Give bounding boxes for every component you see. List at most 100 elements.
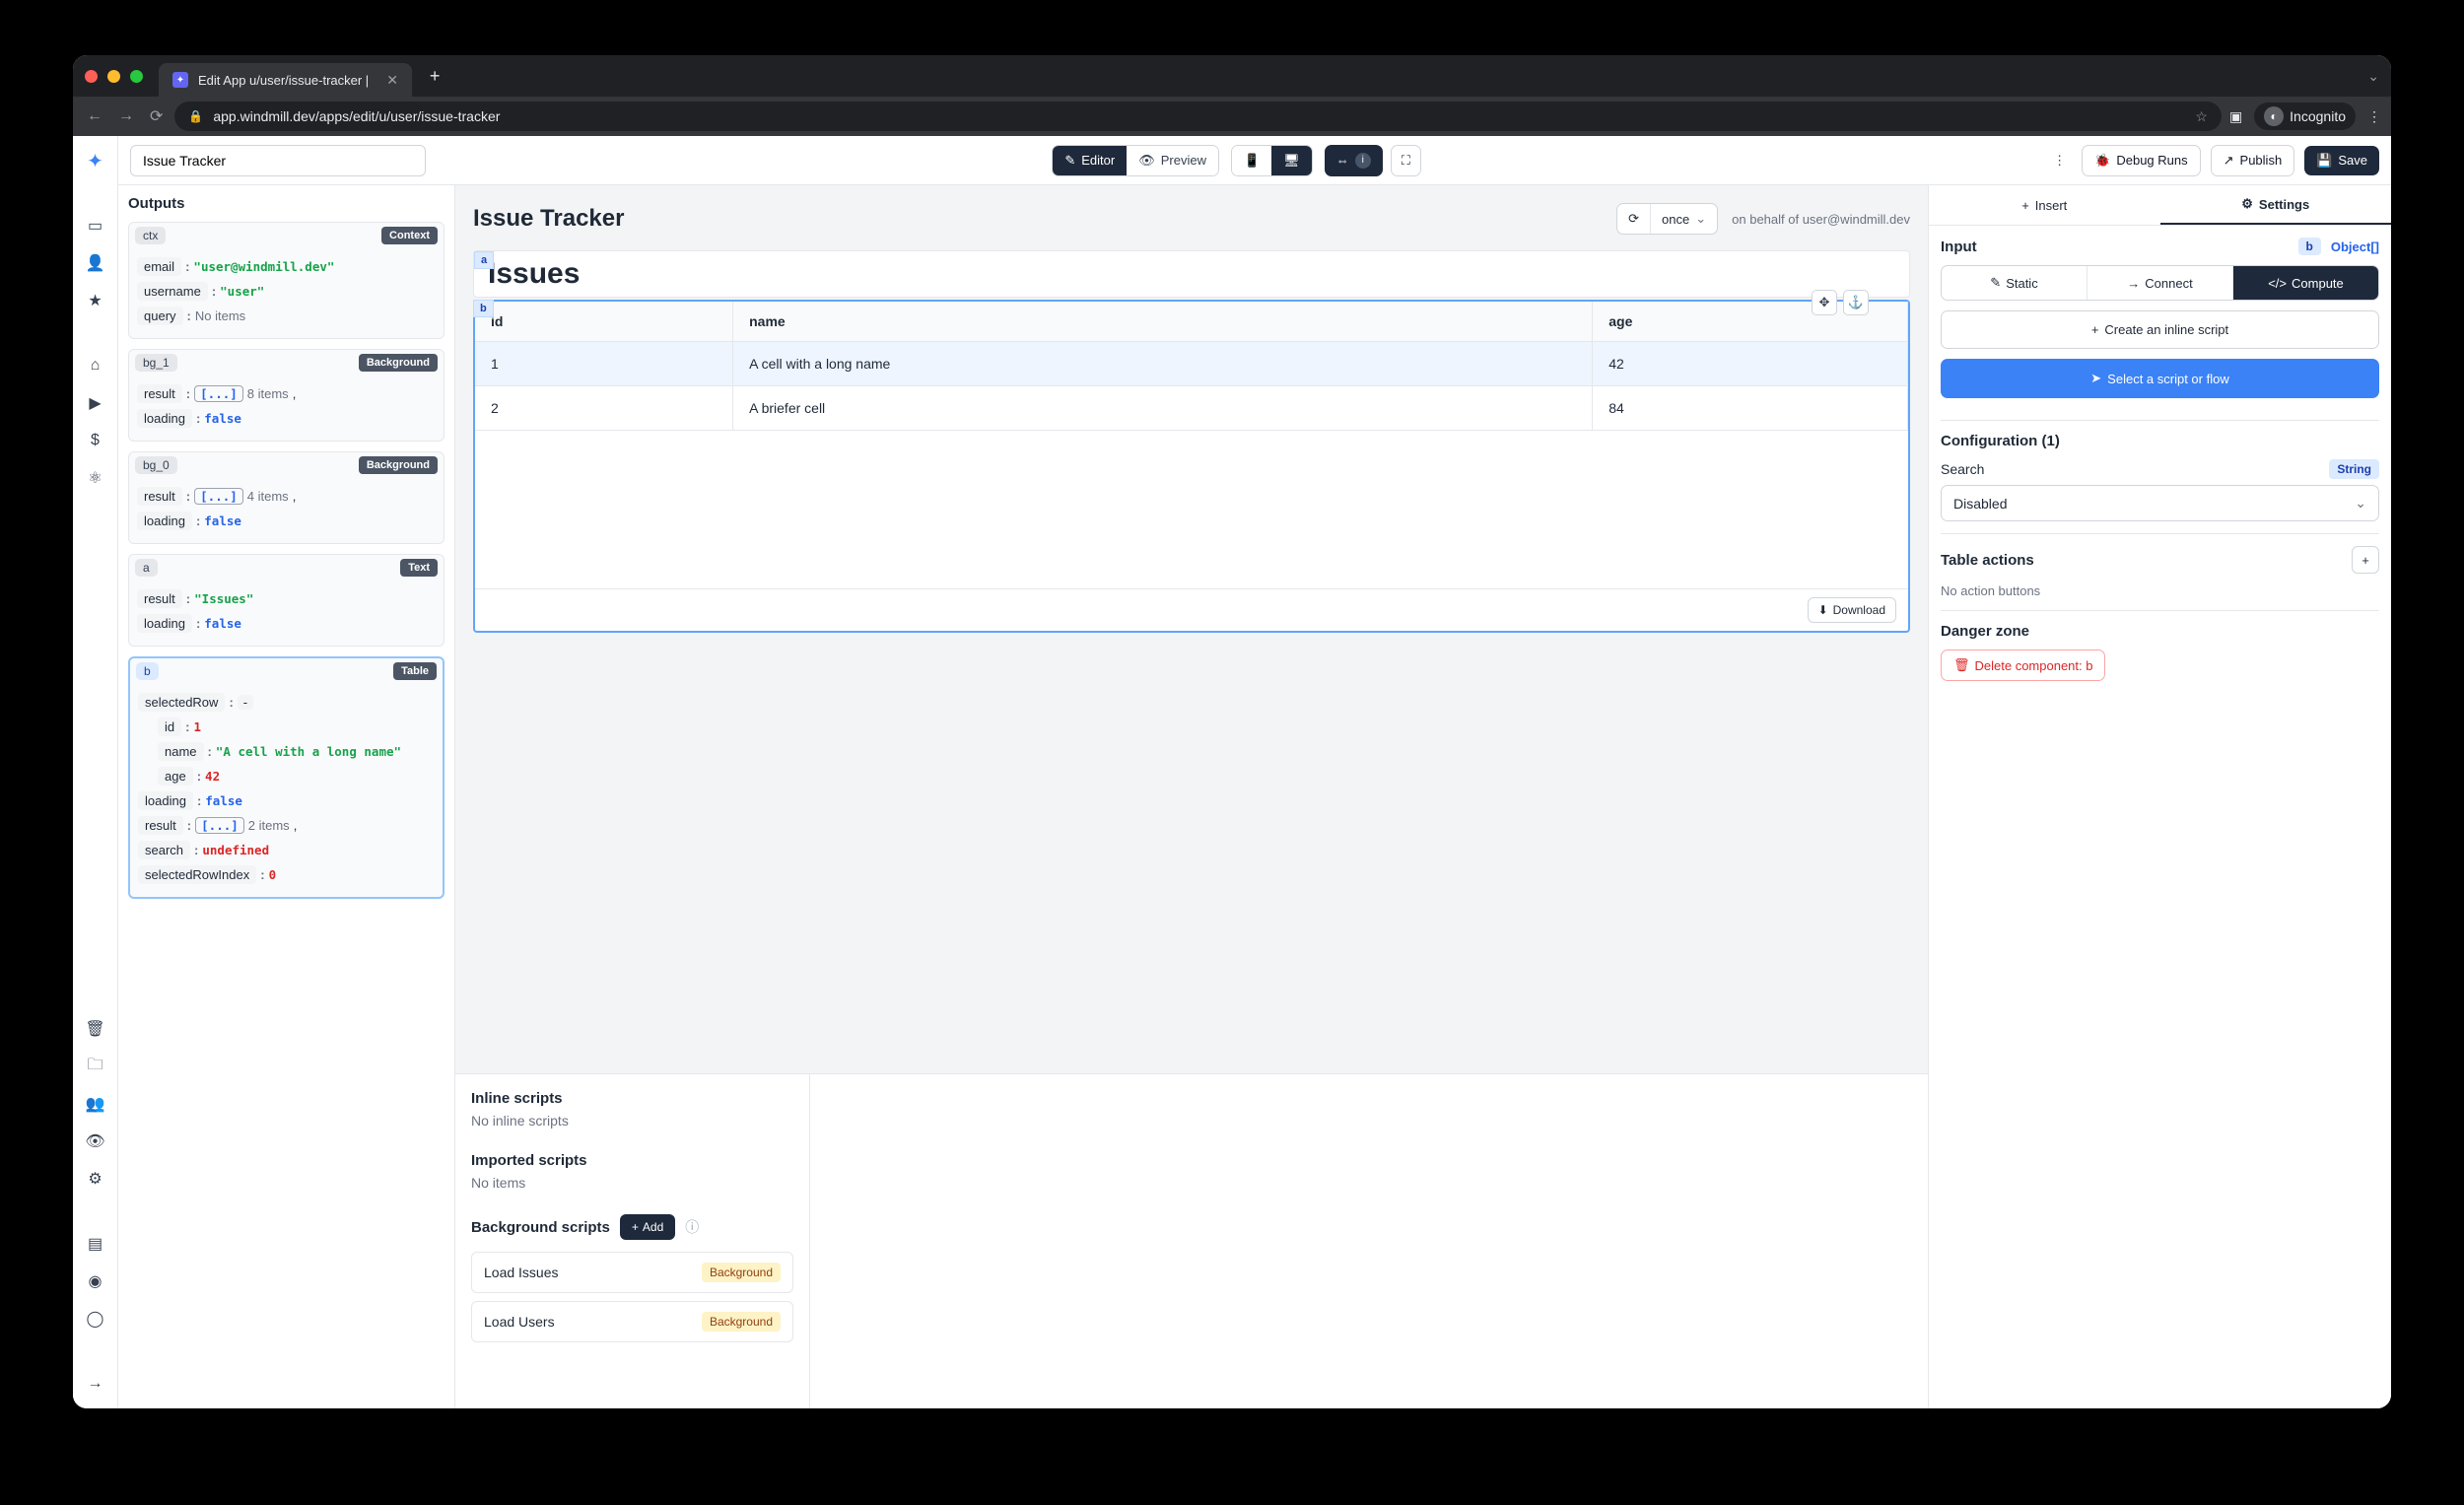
- danger-zone-title: Danger zone: [1941, 623, 2029, 640]
- pencil-icon: ✎: [1990, 275, 2001, 291]
- arrow-right-icon[interactable]: →: [81, 1369, 110, 1399]
- left-rail: ✦ ▭ 👤 ★ ⌂ ▶ $ ⚛ 🗑 🗀 👥 👁 ⚙ ▤ ◉ ◯ →: [73, 136, 118, 1408]
- publish-button[interactable]: ↗ Publish: [2211, 145, 2295, 176]
- dollar-icon[interactable]: $: [81, 426, 110, 455]
- incognito-icon: ◐: [2264, 106, 2284, 126]
- incognito-badge[interactable]: ◐ Incognito: [2254, 103, 2356, 130]
- col-id[interactable]: id: [475, 302, 733, 342]
- insert-tab[interactable]: + Insert: [1929, 185, 2160, 225]
- pencil-icon: ✎: [1064, 153, 1075, 169]
- windmill-favicon: ✦: [172, 72, 188, 88]
- component-a-text[interactable]: a Issues: [473, 250, 1910, 298]
- trash-icon[interactable]: 🗑: [81, 1014, 110, 1044]
- move-handle-icon[interactable]: ✥: [1812, 290, 1837, 315]
- window-maximize[interactable]: [130, 70, 143, 83]
- top-toolbar: ✎ Editor 👁 Preview 📱 🖥: [118, 136, 2391, 185]
- refresh-mode-dropdown[interactable]: once⌄: [1650, 204, 1717, 234]
- add-bg-script-button[interactable]: + Add: [620, 1214, 675, 1240]
- molecule-icon[interactable]: ⚛: [81, 463, 110, 493]
- gear-icon[interactable]: ⚙: [81, 1164, 110, 1194]
- preview-tab[interactable]: 👁 Preview: [1127, 146, 1218, 175]
- eye-icon[interactable]: 👁: [81, 1127, 110, 1156]
- anchor-handle-icon[interactable]: ⚓: [1843, 290, 1869, 315]
- mobile-icon[interactable]: 📱: [1232, 146, 1271, 175]
- connect-mode[interactable]: →Connect: [2087, 266, 2232, 300]
- canvas[interactable]: Issue Tracker ⟳ once⌄ on behalf of user@…: [455, 185, 1928, 1073]
- create-inline-script-button[interactable]: + Create an inline script: [1941, 310, 2379, 349]
- output-block-a[interactable]: a Text result:"Issues" loading:false: [128, 554, 445, 647]
- star-icon[interactable]: ☆: [2195, 108, 2208, 125]
- bg-script-row[interactable]: Load Issues Background: [471, 1252, 793, 1293]
- chrome-url-bar: ← → ⟳ 🔒 app.windmill.dev/apps/edit/u/use…: [73, 97, 2391, 136]
- forward-icon: →: [114, 103, 138, 129]
- info-icon[interactable]: ⓘ: [685, 1217, 699, 1237]
- layout-info-button[interactable]: ⇔ i: [1325, 145, 1383, 176]
- refresh-icon[interactable]: ⟳: [1617, 204, 1650, 234]
- table-row[interactable]: 1 A cell with a long name 42: [475, 342, 1908, 386]
- back-icon[interactable]: ←: [83, 103, 106, 129]
- save-button[interactable]: 💾 Save: [2304, 146, 2379, 175]
- close-icon[interactable]: ✕: [386, 72, 398, 89]
- bg-script-row[interactable]: Load Users Background: [471, 1301, 793, 1342]
- team-icon[interactable]: 👥: [81, 1089, 110, 1119]
- static-mode[interactable]: ✎Static: [1942, 266, 2087, 300]
- col-name[interactable]: name: [733, 302, 1593, 342]
- extensions-icon[interactable]: ▣: [2229, 108, 2242, 125]
- lock-icon: 🔒: [188, 109, 203, 123]
- output-block-bg1[interactable]: bg_1 Background result:[...]8 items, loa…: [128, 349, 445, 442]
- user-icon[interactable]: 👤: [81, 248, 110, 278]
- inspector-panel: + Insert ⚙ Settings Input b: [1928, 185, 2391, 1408]
- windmill-logo-icon[interactable]: ✦: [81, 146, 110, 175]
- play-icon[interactable]: ▶: [81, 388, 110, 418]
- url-text: app.windmill.dev/apps/edit/u/user/issue-…: [213, 108, 500, 124]
- window-minimize[interactable]: [107, 70, 120, 83]
- debug-runs-button[interactable]: 🐞 Debug Runs: [2082, 145, 2200, 176]
- delete-component-button[interactable]: 🗑 Delete component: b: [1941, 650, 2105, 681]
- more-menu-icon[interactable]: ⋮: [2047, 153, 2072, 169]
- plus-icon: +: [2091, 322, 2099, 337]
- star-icon[interactable]: ★: [81, 286, 110, 315]
- output-block-bg0[interactable]: bg_0 Background result:[...]4 items, loa…: [128, 451, 445, 544]
- output-block-b[interactable]: b Table selectedRow:- id:1 name:"A cell …: [128, 656, 445, 899]
- home-icon[interactable]: ⌂: [81, 351, 110, 380]
- bg-scripts-title: Background scripts: [471, 1219, 610, 1236]
- browser-tab[interactable]: ✦ Edit App u/user/issue-tracker | ✕: [159, 63, 412, 97]
- component-b-table[interactable]: ✥ ⚓ id name age: [473, 300, 1910, 633]
- new-tab-icon[interactable]: +: [430, 66, 441, 87]
- url-input[interactable]: 🔒 app.windmill.dev/apps/edit/u/user/issu…: [174, 102, 2222, 131]
- github-icon[interactable]: ◯: [81, 1304, 110, 1334]
- download-button[interactable]: ⬇ Download: [1808, 597, 1896, 623]
- bug-icon: 🐞: [2094, 153, 2110, 169]
- editor-tab[interactable]: ✎ Editor: [1053, 146, 1127, 175]
- fullscreen-icon[interactable]: ⛶: [1391, 145, 1421, 176]
- compute-mode[interactable]: </>Compute: [2232, 266, 2378, 300]
- workspace-icon[interactable]: ▭: [81, 211, 110, 240]
- discord-icon[interactable]: ◉: [81, 1266, 110, 1296]
- settings-tab[interactable]: ⚙ Settings: [2160, 185, 2392, 225]
- chevron-down-icon: ⌄: [2355, 495, 2366, 512]
- config-title: Configuration (1): [1941, 433, 2060, 449]
- link-icon: →: [2127, 276, 2140, 291]
- app-name-input[interactable]: [130, 145, 426, 176]
- table-row[interactable]: 2 A briefer cell 84: [475, 386, 1908, 431]
- download-icon: ⬇: [1818, 603, 1828, 617]
- desktop-icon[interactable]: 🖥: [1271, 146, 1312, 175]
- outputs-panel: Outputs ctx Context email:"user@windmill…: [118, 185, 455, 1408]
- reload-icon[interactable]: ⟳: [146, 103, 167, 130]
- book-icon[interactable]: ▤: [81, 1229, 110, 1259]
- select-script-button[interactable]: ➤ Select a script or flow: [1941, 359, 2379, 398]
- window-close[interactable]: [85, 70, 98, 83]
- input-mode-toggle: ✎Static →Connect </>Compute: [1941, 265, 2379, 301]
- add-action-button[interactable]: +: [2352, 546, 2379, 574]
- output-block-ctx[interactable]: ctx Context email:"user@windmill.dev" us…: [128, 222, 445, 339]
- folder-icon[interactable]: 🗀: [81, 1052, 110, 1081]
- inline-scripts-title: Inline scripts: [471, 1090, 793, 1107]
- canvas-title: Issue Tracker: [473, 205, 624, 233]
- chevron-down-icon[interactable]: ⌄: [2367, 68, 2379, 85]
- layout-icon: ⇔: [1336, 153, 1349, 168]
- menu-icon[interactable]: ⋮: [2367, 108, 2381, 125]
- tab-title: Edit App u/user/issue-tracker |: [198, 73, 369, 88]
- search-select[interactable]: Disabled ⌄: [1941, 485, 2379, 521]
- external-link-icon: ↗: [2224, 153, 2234, 169]
- info-icon: i: [1355, 153, 1371, 169]
